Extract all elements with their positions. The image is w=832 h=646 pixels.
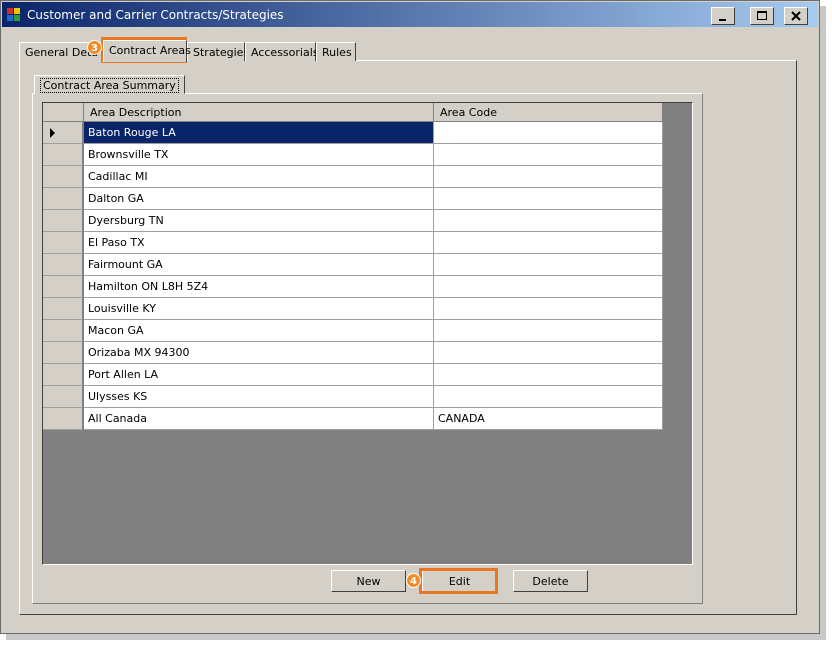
- table-row[interactable]: Fairmount GA: [43, 254, 663, 276]
- table-row[interactable]: Ulysses KS: [43, 386, 663, 408]
- step-4-badge: 4: [406, 573, 421, 588]
- cell-area-description[interactable]: Cadillac MI: [84, 166, 434, 188]
- cell-area-code[interactable]: [434, 320, 663, 342]
- app-icon: [7, 8, 21, 22]
- row-header[interactable]: [43, 342, 83, 364]
- delete-button[interactable]: Delete: [513, 570, 588, 592]
- table-row[interactable]: Macon GA: [43, 320, 663, 342]
- cell-area-description[interactable]: Hamilton ON L8H 5Z4: [84, 276, 434, 298]
- cell-area-code[interactable]: [434, 254, 663, 276]
- cell-area-code[interactable]: [434, 188, 663, 210]
- cell-area-description[interactable]: Ulysses KS: [84, 386, 434, 408]
- cell-area-code[interactable]: [434, 342, 663, 364]
- cell-area-code[interactable]: [434, 364, 663, 386]
- maximize-icon: [757, 11, 767, 20]
- cell-area-code[interactable]: [434, 144, 663, 166]
- tab-rules[interactable]: Rules: [316, 42, 356, 61]
- column-header-area-description[interactable]: Area Description: [84, 103, 434, 122]
- row-header[interactable]: [43, 408, 83, 430]
- tab-accessorials[interactable]: Accessorials: [245, 42, 319, 61]
- cell-area-code[interactable]: [434, 166, 663, 188]
- row-header[interactable]: [43, 144, 83, 166]
- row-header[interactable]: [43, 232, 83, 254]
- row-header-corner: [43, 103, 84, 122]
- row-header[interactable]: [43, 364, 83, 386]
- window-title: Customer and Carrier Contracts/Strategie…: [27, 8, 284, 22]
- cell-area-description[interactable]: Macon GA: [84, 320, 434, 342]
- table-row[interactable]: Cadillac MI: [43, 166, 663, 188]
- cell-area-code[interactable]: [434, 122, 663, 144]
- edit-button-highlight: [419, 568, 498, 594]
- cell-area-description[interactable]: Baton Rouge LA: [84, 122, 434, 144]
- table-row[interactable]: Brownsville TX: [43, 144, 663, 166]
- row-header[interactable]: [43, 254, 83, 276]
- cell-area-description[interactable]: Orizaba MX 94300: [84, 342, 434, 364]
- row-header[interactable]: [43, 320, 83, 342]
- close-button[interactable]: [784, 7, 808, 25]
- step-3-badge: 3: [87, 40, 102, 55]
- cell-area-description[interactable]: Dalton GA: [84, 188, 434, 210]
- table-row[interactable]: Dalton GA: [43, 188, 663, 210]
- tab-contract-areas[interactable]: Contract Areas: [103, 40, 191, 62]
- table-row[interactable]: Louisville KY: [43, 298, 663, 320]
- row-header[interactable]: [43, 166, 83, 188]
- cell-area-description[interactable]: Dyersburg TN: [84, 210, 434, 232]
- maximize-button[interactable]: [750, 7, 774, 25]
- contract-areas-grid[interactable]: Area Description Area Code Baton Rouge L…: [42, 102, 693, 565]
- contract-area-summary-tab[interactable]: Contract Area Summary: [34, 75, 185, 94]
- title-bar[interactable]: Customer and Carrier Contracts/Strategie…: [2, 2, 818, 27]
- cell-area-code[interactable]: [434, 210, 663, 232]
- table-row[interactable]: Hamilton ON L8H 5Z4: [43, 276, 663, 298]
- cell-area-description[interactable]: Fairmount GA: [84, 254, 434, 276]
- table-row[interactable]: Port Allen LA: [43, 364, 663, 386]
- cell-area-description[interactable]: All Canada: [84, 408, 434, 430]
- cell-area-description[interactable]: Louisville KY: [84, 298, 434, 320]
- cell-area-description[interactable]: Port Allen LA: [84, 364, 434, 386]
- table-row[interactable]: Orizaba MX 94300: [43, 342, 663, 364]
- table-row[interactable]: All Canada CANADA: [43, 408, 663, 430]
- row-header[interactable]: [43, 386, 83, 408]
- new-button[interactable]: New: [331, 570, 406, 592]
- table-row[interactable]: Dyersburg TN: [43, 210, 663, 232]
- table-row[interactable]: Baton Rouge LA: [43, 122, 663, 144]
- cell-area-description[interactable]: El Paso TX: [84, 232, 434, 254]
- tab-strategies[interactable]: Strategies: [187, 42, 249, 61]
- cell-area-code[interactable]: CANADA: [434, 408, 663, 430]
- table-row[interactable]: El Paso TX: [43, 232, 663, 254]
- cell-area-description[interactable]: Brownsville TX: [84, 144, 434, 166]
- current-row-arrow-icon: [50, 128, 55, 138]
- close-icon: [791, 11, 801, 21]
- main-window: Customer and Carrier Contracts/Strategie…: [0, 0, 820, 634]
- minimize-button[interactable]: [711, 7, 735, 25]
- column-header-area-code[interactable]: Area Code: [434, 103, 663, 122]
- minimize-icon: [719, 19, 726, 21]
- cell-area-code[interactable]: [434, 232, 663, 254]
- row-header[interactable]: [43, 122, 83, 144]
- row-header[interactable]: [43, 210, 83, 232]
- row-header[interactable]: [43, 276, 83, 298]
- row-header[interactable]: [43, 188, 83, 210]
- row-header[interactable]: [43, 298, 83, 320]
- cell-area-code[interactable]: [434, 298, 663, 320]
- cell-area-code[interactable]: [434, 276, 663, 298]
- cell-area-code[interactable]: [434, 386, 663, 408]
- contract-area-summary-label: Contract Area Summary: [40, 78, 179, 93]
